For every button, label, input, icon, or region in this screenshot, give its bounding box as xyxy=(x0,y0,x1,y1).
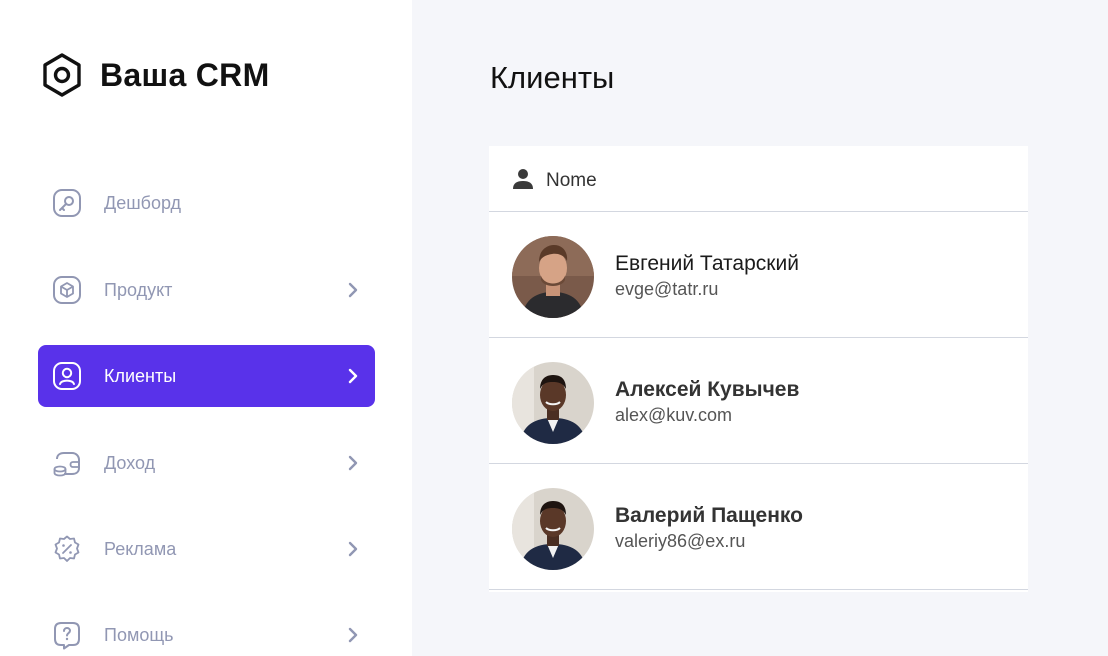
column-header-name[interactable]: Nome xyxy=(546,170,597,192)
wallet-icon xyxy=(53,452,80,477)
brand-title: Ваша CRM xyxy=(100,56,270,93)
chevron-right-icon xyxy=(348,368,358,384)
sidebar-item-label: Доход xyxy=(104,452,156,473)
avatar xyxy=(512,236,594,318)
sidebar-item-label: Реклама xyxy=(104,538,177,559)
sidebar-item-label: Дешборд xyxy=(104,192,182,213)
page-title: Клиенты xyxy=(490,60,615,95)
help-icon xyxy=(54,622,80,650)
client-name: Евгений Татарский xyxy=(615,252,799,275)
chevron-right-icon xyxy=(348,282,358,298)
client-email: valeriy86@ex.ru xyxy=(615,531,746,551)
chevron-right-icon xyxy=(348,627,358,643)
sidebar: Ваша CRM Дешборд Продукт Клиенты Доход Р… xyxy=(0,0,412,656)
clients-table: Nome Евгений Татарский evge@tatr.ru Алек… xyxy=(489,146,1028,592)
client-email: alex@kuv.com xyxy=(615,405,732,425)
client-email: evge@tatr.ru xyxy=(615,279,719,299)
key-icon xyxy=(53,189,81,217)
avatar-image xyxy=(512,488,594,570)
user-square-icon xyxy=(53,362,81,390)
sidebar-item-product[interactable]: Продукт xyxy=(38,259,375,321)
avatar xyxy=(512,488,594,570)
brand[interactable]: Ваша CRM xyxy=(40,52,270,98)
sidebar-item-clients[interactable]: Клиенты xyxy=(38,345,375,407)
hexagon-logo-icon xyxy=(43,53,81,97)
avatar xyxy=(512,362,594,444)
app-window: Ваша CRM Дешборд Продукт Клиенты Доход Р… xyxy=(0,0,1108,656)
table-row[interactable]: Валерий Пащенко valeriy86@ex.ru xyxy=(489,464,1028,590)
table-row[interactable]: Алексей Кувычев alex@kuv.com xyxy=(489,338,1028,464)
sidebar-item-dashboard[interactable]: Дешборд xyxy=(38,172,375,234)
avatar-image xyxy=(512,362,594,444)
person-icon xyxy=(513,169,533,189)
chevron-right-icon xyxy=(348,541,358,557)
table-row[interactable]: Евгений Татарский evge@tatr.ru xyxy=(489,212,1028,338)
avatar-image xyxy=(512,236,594,318)
table-header: Nome xyxy=(489,146,1028,212)
sidebar-item-income[interactable]: Доход xyxy=(38,432,375,494)
sidebar-item-label: Клиенты xyxy=(104,365,177,386)
sidebar-item-help[interactable]: Помощь xyxy=(38,604,375,656)
sidebar-item-ads[interactable]: Реклама xyxy=(38,518,375,580)
client-name: Алексей Кувычев xyxy=(615,378,800,401)
cube-icon xyxy=(53,276,81,304)
sidebar-item-label: Продукт xyxy=(104,279,173,300)
sidebar-item-label: Помощь xyxy=(104,624,174,645)
chevron-right-icon xyxy=(348,455,358,471)
client-name: Валерий Пащенко xyxy=(615,504,803,527)
discount-icon xyxy=(54,535,80,562)
